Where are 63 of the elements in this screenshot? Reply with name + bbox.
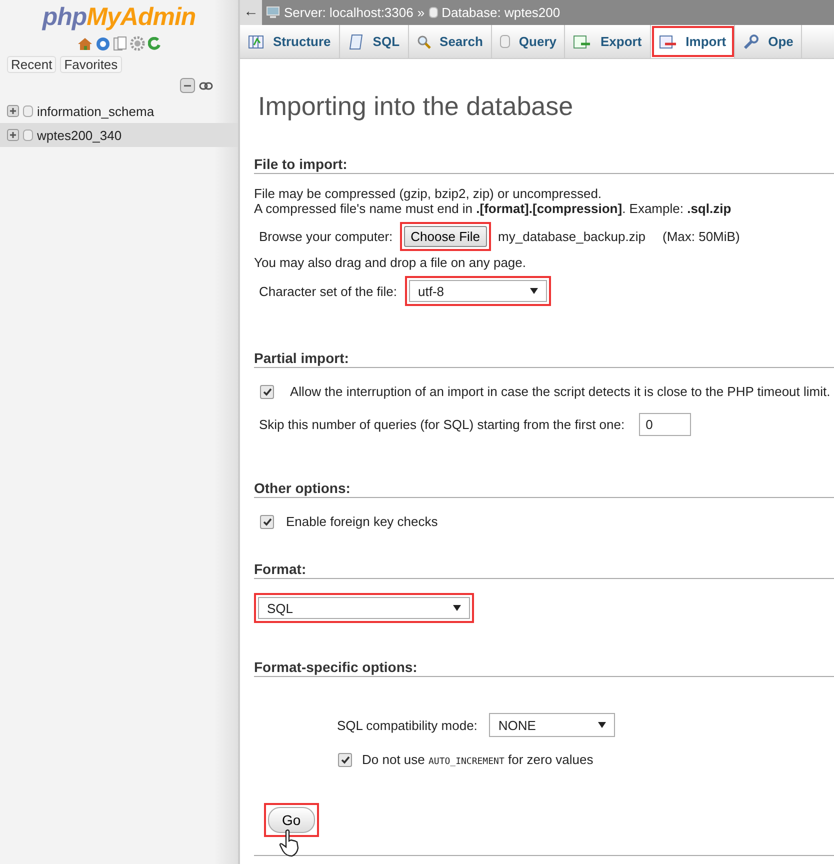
breadcrumb-separator: » [417,5,425,20]
note-text: File may be compressed (gzip, bzip2, zip) or uncompressed. [254,186,603,201]
choose-file-button[interactable]: Choose File [404,226,488,247]
document-icon[interactable] [113,36,127,51]
scroll-icon [348,34,364,50]
export-icon [573,34,592,48]
go-button[interactable]: Go [268,807,315,833]
collapse-icon[interactable] [180,78,195,93]
compat-select[interactable]: NONE [489,713,616,737]
logo: phpMyAdmin [41,3,197,32]
expand-icon[interactable] [7,129,19,141]
max-size: (Max: 50MiB) [662,229,740,244]
section-heading: File to import: [254,156,834,174]
dropdown-caret-icon [598,722,606,728]
database-item[interactable]: wptes200_340 [0,123,238,147]
tab[interactable]: Structure [240,25,340,58]
dropdown-caret-icon [530,288,538,294]
skip-queries-field[interactable]: 0 [638,413,691,436]
tab[interactable]: Search [408,25,492,58]
checkbox-label: Enable foreign key checks [286,514,438,529]
section-heading: Format-specific options: [254,659,834,677]
checkbox-label: Allow the interruption of an import in case the script detects it is close to the PHP timeout limit. [290,384,830,399]
database-item[interactable]: information_schema [0,99,238,123]
charset-select[interactable]: utf-8 [409,280,548,302]
link-icon[interactable] [199,82,213,90]
home-icon[interactable] [77,36,93,50]
charset-label: Character set of the file: [259,284,398,298]
database-icon [428,7,438,18]
expand-icon[interactable] [7,105,19,117]
checkbox-label: Do not use AUTO_INCREMENT for zero values [362,752,594,767]
tab[interactable]: SQL [340,25,409,58]
search-icon [416,34,431,48]
tab[interactable]: Import [650,25,736,58]
server-link[interactable]: Server: localhost:3306 [284,5,414,20]
database-link[interactable]: Database: wptes200 [442,5,560,20]
sidebar-button[interactable]: Favorites [60,56,122,73]
import-icon [658,34,677,48]
page-title: Importing into the database [258,91,574,122]
format-select[interactable]: SQL [258,597,470,619]
file-name: my_database_backup.zip [498,229,646,244]
checkbox[interactable] [338,752,352,766]
section-heading: Partial import: [254,350,834,368]
browse-label: Browse your computer: [259,229,393,244]
settings-icon[interactable] [130,36,145,51]
tab[interactable]: Ope [735,25,802,58]
database-icon [500,35,510,48]
server-icon [266,6,280,19]
compat-label: SQL compatibility mode: [337,718,478,732]
dropdown-caret-icon [453,605,461,611]
database-icon [23,105,33,117]
tab[interactable]: Query [492,25,566,58]
checkbox[interactable] [260,514,274,528]
reload-icon[interactable] [148,37,161,50]
tab[interactable]: Export [565,25,651,58]
table-icon [248,34,264,48]
sidebar-button[interactable]: Recent [7,56,56,73]
note-text: A compressed file's name must end in .[format].[compression]. Example: .sql.zip [254,201,732,216]
section-heading: Format: [254,561,834,579]
skip-label: Skip this number of queries (for SQL) starting from the first one: [259,417,625,432]
section-heading: Other options: [254,480,834,498]
database-icon [23,129,33,141]
note-text: You may also drag and drop a file on any page. [254,255,527,270]
checkbox[interactable] [260,384,274,398]
